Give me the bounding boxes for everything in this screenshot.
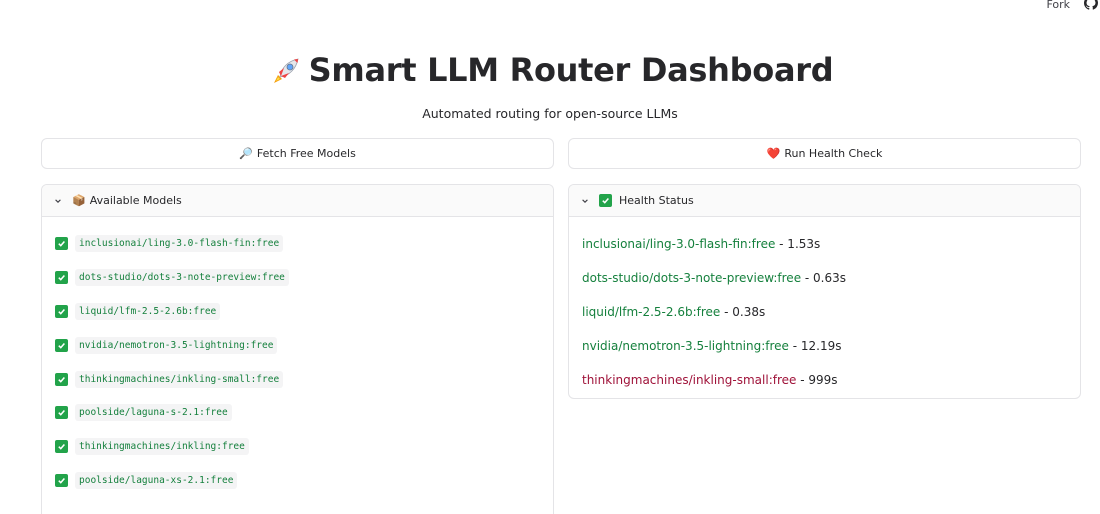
health-model-name: nvidia/nemotron-3.5-lightning:free [582, 339, 789, 353]
health-latency: - 999s [796, 373, 838, 387]
check-icon [55, 338, 68, 352]
model-list-item: liquid/lfm-2.5-2.6b:free [55, 295, 553, 329]
model-id: inclusionai/ling-3.0-flash-fin:free [75, 235, 284, 253]
health-list-item: thinkingmachines/inkling-small:free - 99… [582, 363, 1080, 397]
health-status-header[interactable]: Health Status [569, 185, 1080, 217]
check-icon [55, 304, 68, 318]
health-model-name: thinkingmachines/inkling-small:free [582, 373, 797, 387]
github-icon[interactable] [1084, 0, 1098, 10]
health-panel-title: Health Status [619, 194, 694, 207]
model-id: liquid/lfm-2.5-2.6b:free [75, 302, 221, 320]
health-list-item: liquid/lfm-2.5-2.6b:free - 0.38s [582, 295, 1080, 329]
health-list: inclusionai/ling-3.0-flash-fin:free - 1.… [569, 217, 1080, 397]
chevron-down-icon [582, 198, 588, 203]
health-latency: - 0.38s [720, 305, 766, 319]
check-icon [55, 237, 68, 251]
available-models-panel: 📦 Available Models inclusionai/ling-3.0-… [41, 184, 554, 514]
model-list-item: inclusionai/ling-3.0-flash-fin:free [55, 227, 553, 261]
model-id: poolside/laguna-s-2.1:free [75, 404, 232, 422]
check-icon [55, 372, 68, 386]
fetch-button-label: Fetch Free Models [256, 147, 356, 160]
health-model-name: inclusionai/ling-3.0-flash-fin:free [582, 237, 776, 251]
model-id: poolside/laguna-xs-2.1:free [75, 471, 238, 489]
health-latency: - 0.63s [801, 271, 847, 285]
model-id: thinkingmachines/inkling-small:free [75, 370, 284, 388]
available-models-header[interactable]: 📦 Available Models [42, 185, 553, 217]
check-icon [55, 440, 68, 454]
health-model-name: dots-studio/dots-3-note-preview:free [582, 271, 802, 285]
check-icon [55, 473, 68, 487]
package-icon: 📦 [72, 194, 86, 207]
top-bar: Fork [0, 0, 1100, 14]
model-list: inclusionai/ling-3.0-flash-fin:free dots-… [42, 217, 553, 497]
subtitle: Automated routing for open-source LLMs [422, 106, 678, 121]
title-text: Smart LLM Router Dashboard [308, 51, 834, 89]
model-id: dots-studio/dots-3-note-preview:free [75, 269, 289, 287]
model-id: thinkingmachines/inkling:free [75, 438, 249, 456]
health-list-item: nvidia/nemotron-3.5-lightning:free - 12.… [582, 329, 1080, 363]
health-latency: - 12.19s [788, 339, 842, 353]
model-id: nvidia/nemotron-3.5-lightning:free [75, 336, 278, 354]
models-panel-title: Available Models [89, 194, 182, 207]
health-status-panel: Health Status inclusionai/ling-3.0-flash… [568, 184, 1081, 399]
page-title: Smart LLM Router Dashboard [0, 50, 1100, 90]
model-list-item: poolside/laguna-xs-2.1:free [55, 464, 553, 498]
model-list-item: nvidia/nemotron-3.5-lightning:free [55, 328, 553, 362]
model-list-item: thinkingmachines/inkling:free [55, 430, 553, 464]
health-button-label: Run Health Check [784, 147, 883, 160]
model-list-item: dots-studio/dots-3-note-preview:free [55, 261, 553, 295]
health-list-item: inclusionai/ling-3.0-flash-fin:free - 1.… [582, 227, 1080, 261]
chevron-down-icon [55, 198, 61, 203]
model-list-item: thinkingmachines/inkling-small:free [55, 362, 553, 396]
magnifier-icon: 🔎 [239, 147, 253, 160]
check-icon [599, 194, 612, 207]
run-health-check-button[interactable]: ❤️ Run Health Check [568, 138, 1081, 169]
health-model-name: liquid/lfm-2.5-2.6b:free [582, 305, 721, 319]
check-icon [55, 271, 68, 285]
heart-icon: ❤️ [766, 147, 781, 160]
model-list-item: poolside/laguna-s-2.1:free [55, 396, 553, 430]
check-icon [55, 406, 68, 420]
health-list-item: dots-studio/dots-3-note-preview:free - 0… [582, 261, 1080, 295]
fork-link[interactable]: Fork [1046, 0, 1070, 11]
fetch-free-models-button[interactable]: 🔎 Fetch Free Models [41, 138, 554, 169]
rocket-icon [273, 58, 299, 83]
health-latency: - 1.53s [775, 237, 821, 251]
